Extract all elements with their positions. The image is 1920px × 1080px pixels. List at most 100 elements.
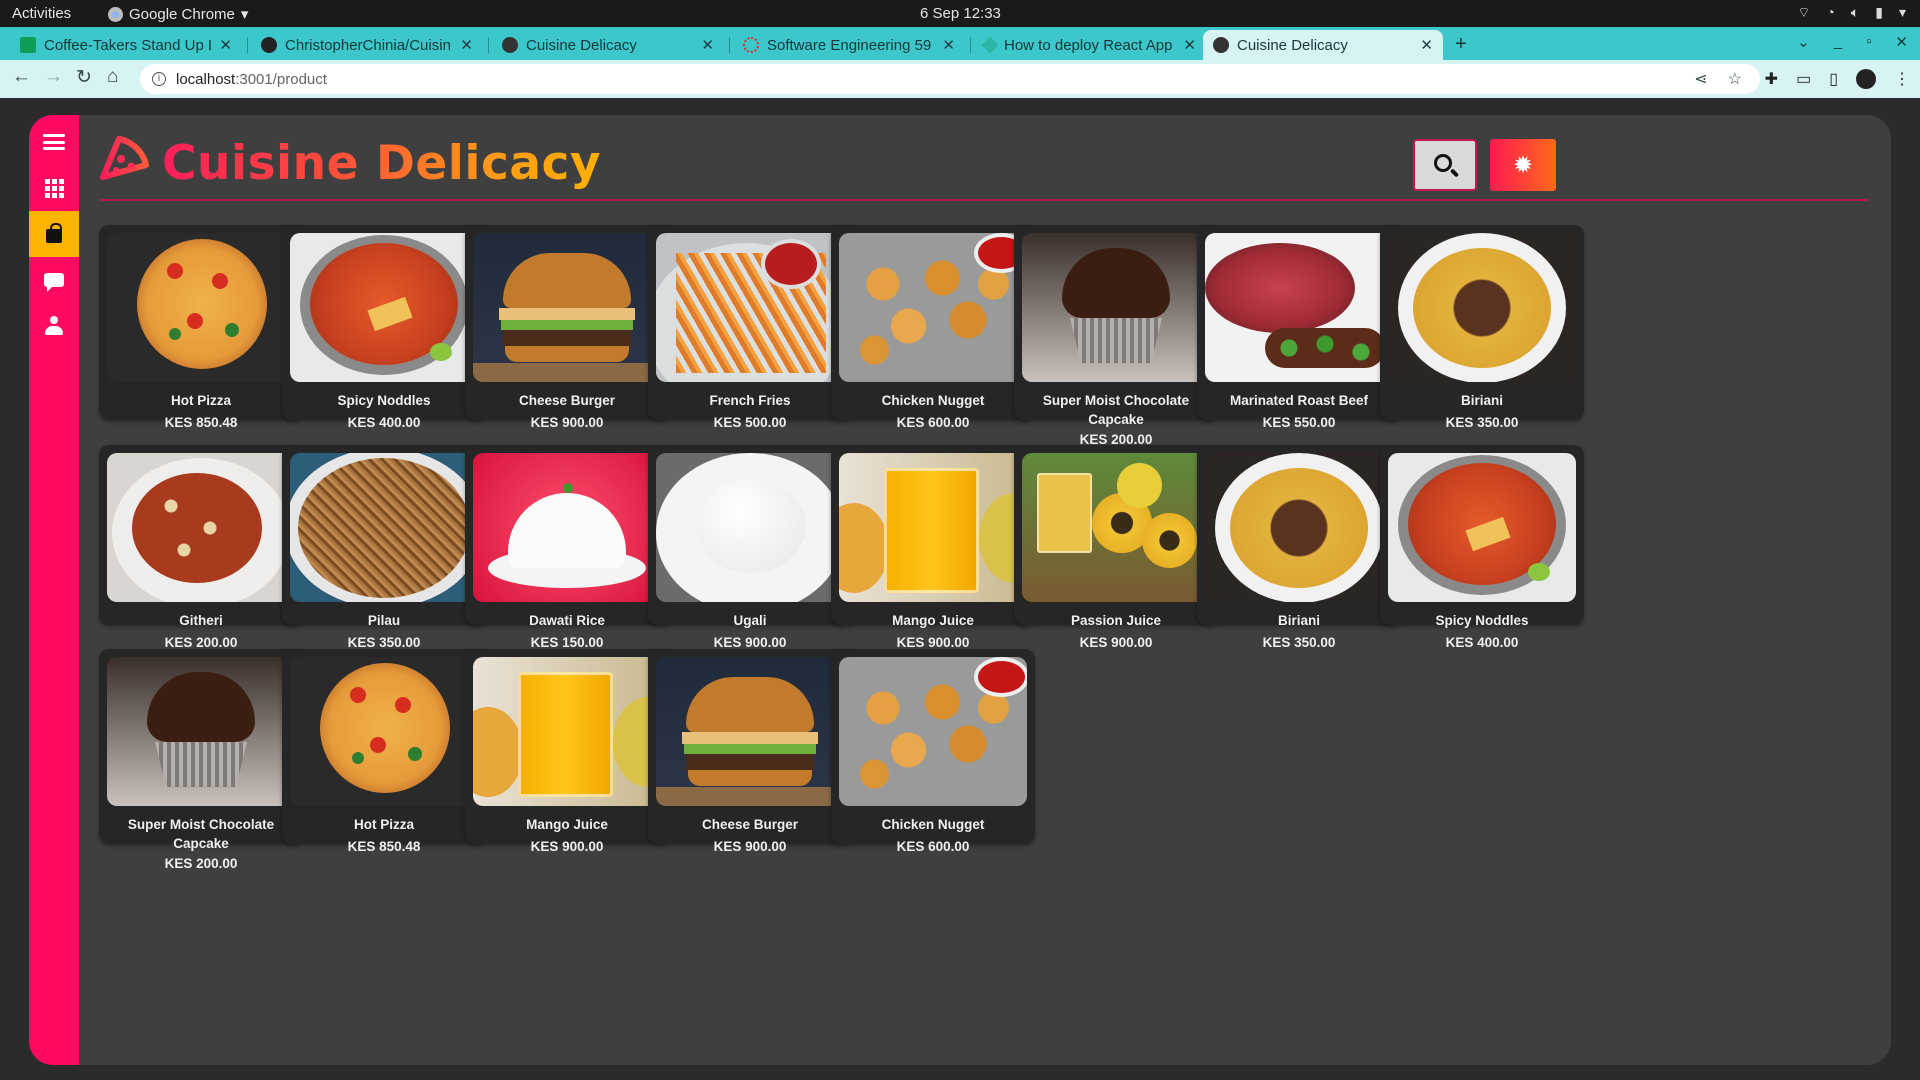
product-name: Dawati Rice: [529, 613, 605, 628]
tab-github[interactable]: ChristopherChinia/Cuisin ✕: [251, 30, 483, 60]
close-window-icon[interactable]: ✕: [1895, 33, 1908, 51]
product-card[interactable]: Dawati Rice KES 150.00: [465, 445, 669, 650]
product-card[interactable]: Ugali KES 900.00: [648, 445, 852, 650]
sidebar-item-profile[interactable]: [29, 303, 79, 349]
clock[interactable]: 6 Sep 12:33: [920, 5, 1001, 22]
back-icon[interactable]: ←: [12, 66, 31, 88]
close-tab-icon[interactable]: ✕: [942, 36, 955, 54]
sidebar-item-messages[interactable]: [29, 257, 79, 303]
juice-image[interactable]: [473, 657, 661, 806]
product-card[interactable]: Super Moist Chocolate Capcake KES 200.00: [99, 649, 303, 871]
product-card[interactable]: Super Moist Chocolate Capcake KES 200.00: [1014, 225, 1218, 447]
close-tab-icon[interactable]: ✕: [701, 36, 714, 54]
extensions-icon[interactable]: ✚: [1765, 69, 1778, 89]
system-tray[interactable]: ⌔ ◔ 🔈︎ ▮ ▾: [1797, 4, 1906, 22]
noodles-image[interactable]: [290, 233, 478, 382]
product-name: Mango Juice: [892, 613, 974, 628]
product-name: Biriani: [1460, 393, 1503, 408]
ugali-image[interactable]: [656, 453, 844, 602]
beef-image[interactable]: [1205, 233, 1393, 382]
home-icon[interactable]: ⌂: [107, 66, 118, 88]
product-price: KES 400.00: [347, 415, 421, 430]
share-icon[interactable]: ⋖: [1694, 69, 1707, 89]
githeri-image[interactable]: [107, 453, 295, 602]
product-card[interactable]: Passion Juice KES 900.00: [1014, 445, 1218, 650]
sidebar: [29, 115, 79, 1065]
side-panel-icon[interactable]: ▯: [1829, 69, 1838, 89]
product-card[interactable]: Mango Juice KES 900.00: [831, 445, 1035, 650]
burger-image[interactable]: [473, 233, 661, 382]
product-name: Marinated Roast Beef: [1229, 393, 1369, 408]
cupcake-image[interactable]: [1022, 233, 1210, 382]
forward-icon[interactable]: →: [44, 66, 63, 88]
product-card[interactable]: Marinated Roast Beef KES 550.00: [1197, 225, 1401, 430]
kebab-menu-icon[interactable]: ⋮: [1894, 69, 1910, 89]
juice-image[interactable]: [839, 453, 1027, 602]
tab-coffee-takers[interactable]: Coffee-Takers Stand Up L ✕: [10, 30, 242, 60]
product-card[interactable]: Biriani KES 350.00: [1380, 225, 1584, 430]
sun-icon: ✹: [1512, 151, 1534, 179]
product-card[interactable]: Pilau KES 350.00: [282, 445, 486, 650]
nuggets-image[interactable]: [839, 657, 1027, 806]
profile-avatar[interactable]: [1856, 69, 1876, 89]
reload-icon[interactable]: ↻: [76, 66, 92, 89]
app-menu[interactable]: Google Chrome ▾: [108, 5, 248, 23]
close-tab-icon[interactable]: ✕: [1183, 36, 1196, 54]
product-card[interactable]: Hot Pizza KES 850.48: [282, 649, 486, 854]
burger-image[interactable]: [656, 657, 844, 806]
product-card[interactable]: Chicken Nugget KES 600.00: [831, 225, 1035, 430]
noodles-image[interactable]: [1388, 453, 1576, 602]
maximize-icon[interactable]: ▫: [1866, 33, 1871, 51]
grid-icon: [44, 178, 64, 198]
product-name: Spicy Noddles: [1435, 613, 1529, 628]
product-card[interactable]: Githeri KES 200.00: [99, 445, 303, 650]
close-tab-icon[interactable]: ✕: [219, 36, 232, 54]
product-card[interactable]: Hot Pizza KES 850.48: [99, 225, 303, 430]
close-tab-icon[interactable]: ✕: [1420, 36, 1433, 54]
product-card[interactable]: Chicken Nugget KES 600.00: [831, 649, 1035, 854]
fries-image[interactable]: [656, 233, 844, 382]
menu-toggle[interactable]: [29, 119, 79, 165]
tab-cuisine-delicacy-1[interactable]: Cuisine Delicacy ✕: [492, 30, 724, 60]
address-bar[interactable]: i localhost:3001/product ⋖ ☆: [140, 64, 1760, 94]
cupcake-image[interactable]: [107, 657, 295, 806]
pizza-image[interactable]: [290, 657, 478, 806]
sidebar-item-products[interactable]: [29, 211, 79, 257]
site-info-icon[interactable]: i: [152, 72, 166, 86]
product-card[interactable]: French Fries KES 500.00: [648, 225, 852, 430]
tab-deploy-react[interactable]: How to deploy React App ✕: [974, 30, 1206, 60]
biriani-image[interactable]: [1388, 233, 1576, 382]
tab-cuisine-delicacy-active[interactable]: Cuisine Delicacy ✕: [1203, 30, 1443, 60]
product-card[interactable]: Cheese Burger KES 900.00: [648, 649, 852, 854]
chrome-icon: [108, 6, 123, 22]
chat-icon: [44, 273, 64, 292]
brand-title[interactable]: Cuisine Delicacy: [162, 136, 601, 191]
network-icon: ⌔: [1797, 4, 1811, 20]
tab-search-icon[interactable]: ⌄: [1797, 33, 1810, 51]
volume-icon: 🔈︎: [1850, 4, 1860, 20]
bookmark-star-icon[interactable]: ☆: [1728, 69, 1742, 89]
pizza-image[interactable]: [107, 233, 295, 382]
activities-button[interactable]: Activities: [12, 5, 71, 22]
nuggets-image[interactable]: [839, 233, 1027, 382]
product-card[interactable]: Spicy Noddles KES 400.00: [1380, 445, 1584, 650]
theme-toggle-button[interactable]: ✹: [1490, 139, 1556, 191]
sidebar-item-home[interactable]: [29, 165, 79, 211]
globe-favicon-icon: [1213, 37, 1229, 53]
minimize-icon[interactable]: _: [1834, 33, 1842, 51]
url-host: localhost: [176, 70, 236, 88]
new-tab-icon[interactable]: +: [1455, 33, 1467, 56]
tab-software-engineering[interactable]: Software Engineering 59 ✕: [733, 30, 965, 60]
pilau-image[interactable]: [290, 453, 478, 602]
url-text[interactable]: localhost:3001/product: [176, 71, 327, 88]
product-card[interactable]: Spicy Noddles KES 400.00: [282, 225, 486, 430]
product-card[interactable]: Cheese Burger KES 900.00: [465, 225, 669, 430]
product-card[interactable]: Mango Juice KES 900.00: [465, 649, 669, 854]
product-card[interactable]: Biriani KES 350.00: [1197, 445, 1401, 650]
close-tab-icon[interactable]: ✕: [460, 36, 473, 54]
passion-image[interactable]: [1022, 453, 1210, 602]
biriani-image[interactable]: [1205, 453, 1393, 602]
rice-image[interactable]: [473, 453, 661, 602]
cast-icon[interactable]: ▭: [1796, 69, 1811, 89]
search-button[interactable]: [1413, 139, 1477, 191]
